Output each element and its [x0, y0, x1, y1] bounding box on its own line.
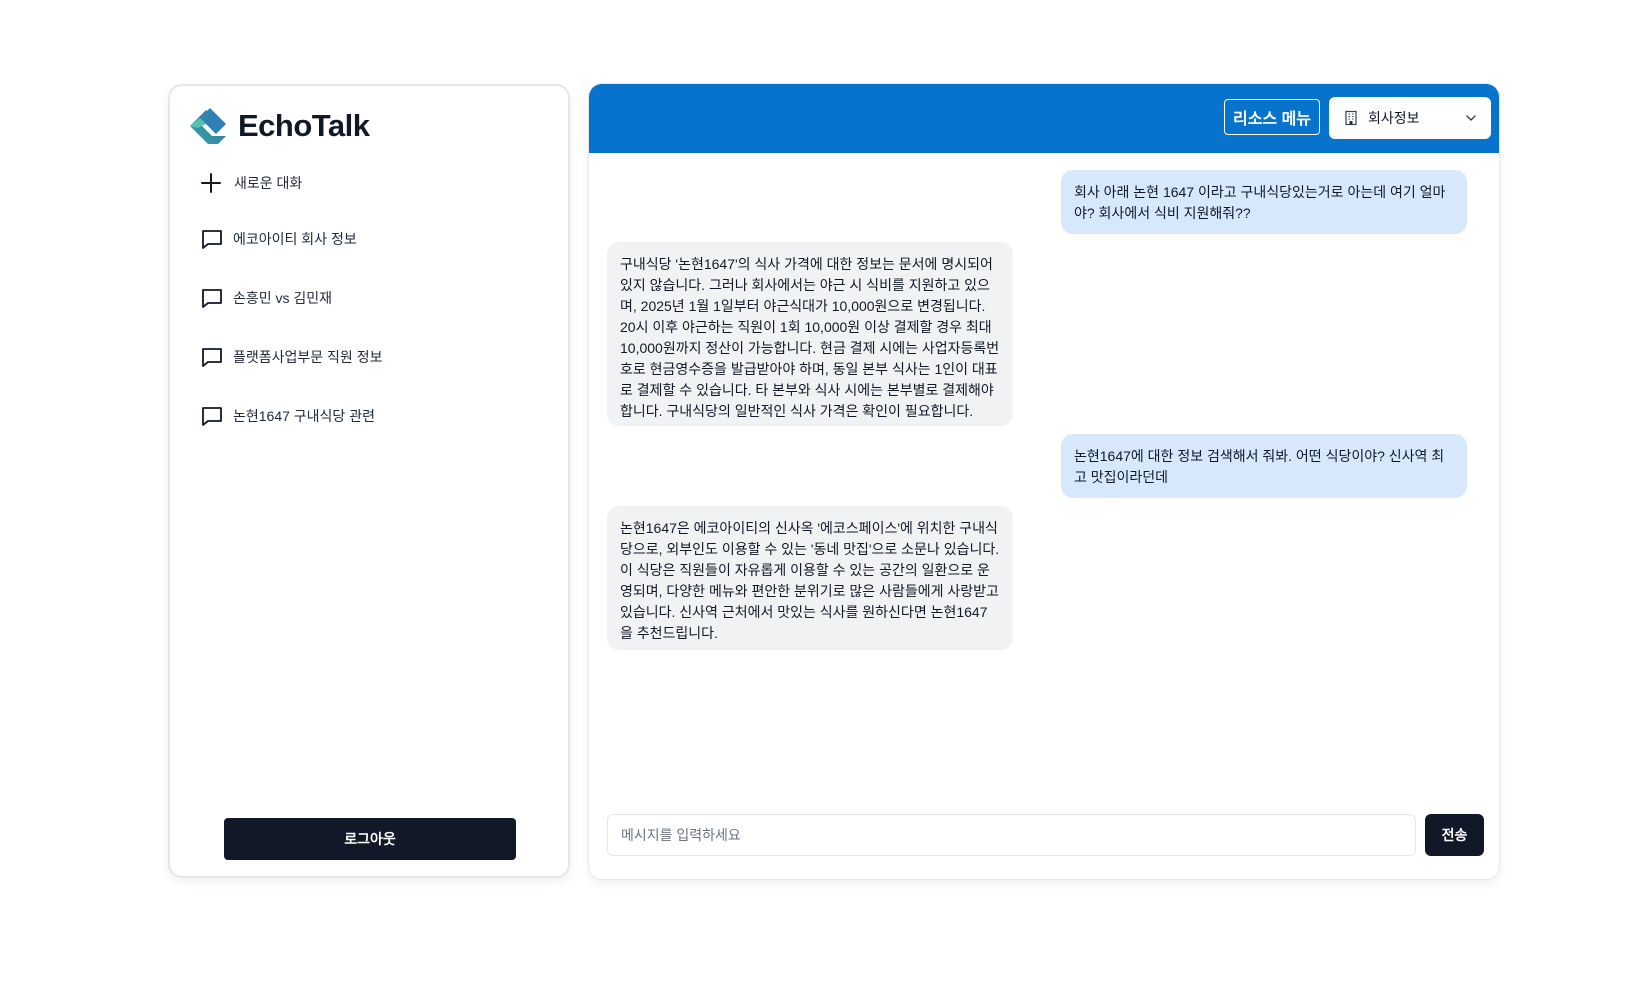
building-icon	[1345, 110, 1357, 126]
category-select[interactable]: 회사정보	[1329, 97, 1491, 139]
message-input[interactable]	[607, 814, 1416, 856]
message-list: 회사 아래 논현 1647 이라고 구내식당있는거로 아는데 여기 얼마야? 회…	[589, 153, 1499, 793]
sidebar: EchoTalk 새로운 대화 에코아이티 회사 정보 손흥민 vs 김민재 플…	[168, 84, 570, 878]
user-message: 회사 아래 논현 1647 이라고 구내식당있는거로 아는데 여기 얼마야? 회…	[1061, 170, 1467, 234]
conversation-item[interactable]: 손흥민 vs 김민재	[200, 283, 530, 313]
conversation-label: 플랫폼사업부문 직원 정보	[233, 349, 383, 365]
conversation-label: 에코아이티 회사 정보	[233, 231, 357, 247]
resource-menu-button[interactable]: 리소스 메뉴	[1224, 99, 1320, 135]
conversation-item[interactable]: 논현1647 구내식당 관련	[200, 401, 530, 431]
send-button[interactable]: 전송	[1425, 814, 1484, 856]
conversation-item[interactable]: 플랫폼사업부문 직원 정보	[200, 342, 530, 372]
new-chat-label: 새로운 대화	[234, 175, 303, 191]
chat-bubble-icon	[202, 348, 222, 367]
chat-header: 리소스 메뉴 회사정보	[589, 84, 1499, 153]
app-logo[interactable]: EchoTalk	[186, 104, 370, 148]
conversation-item[interactable]: 에코아이티 회사 정보	[200, 224, 530, 254]
conversation-label: 손흥민 vs 김민재	[233, 290, 333, 306]
chat-panel: 리소스 메뉴 회사정보 회사 아래 논현 1647 이라고 구내식당있는거로 아…	[588, 83, 1500, 880]
category-select-value: 회사정보	[1368, 110, 1420, 126]
conversation-list: 에코아이티 회사 정보 손흥민 vs 김민재 플랫폼사업부문 직원 정보 논현1…	[200, 224, 530, 460]
chat-bubble-icon	[202, 407, 222, 426]
chat-bubble-icon	[202, 289, 222, 308]
conversation-label: 논현1647 구내식당 관련	[233, 408, 375, 424]
assistant-message: 논현1647은 에코아이티의 신사옥 '에코스페이스'에 위치한 구내식당으로,…	[607, 506, 1013, 650]
chat-bubble-icon	[202, 230, 222, 249]
assistant-message: 구내식당 '논현1647'의 식사 가격에 대한 정보는 문서에 명시되어 있지…	[607, 242, 1013, 426]
echotalk-logo-icon	[190, 108, 226, 144]
chevron-down-icon	[1466, 115, 1476, 121]
composer: 전송	[607, 814, 1484, 858]
new-chat-button[interactable]: 새로운 대화	[200, 168, 302, 198]
logout-button[interactable]: 로그아웃	[224, 818, 516, 860]
user-message: 논현1647에 대한 정보 검색해서 줘봐. 어떤 식당이야? 신사역 최고 맛…	[1061, 434, 1467, 498]
plus-icon	[201, 173, 221, 193]
app-name: EchoTalk	[238, 108, 370, 143]
